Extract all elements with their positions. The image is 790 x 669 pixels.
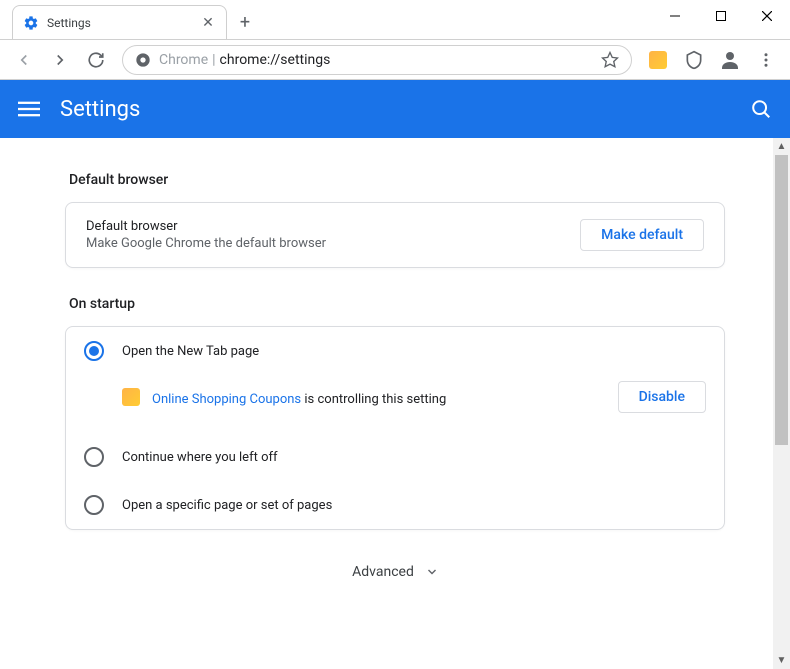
close-icon[interactable]: ✕ [200, 15, 216, 31]
extension-notice-text: is controlling this setting [301, 392, 446, 407]
minimize-button[interactable] [652, 0, 698, 32]
settings-header: Settings [0, 80, 790, 138]
disable-extension-button[interactable]: Disable [618, 381, 706, 413]
reload-button[interactable] [80, 44, 112, 76]
window-controls [652, 0, 790, 32]
extension-icon[interactable] [642, 44, 674, 76]
chevron-down-icon [426, 566, 438, 578]
chrome-icon [135, 52, 151, 68]
radio-icon[interactable] [84, 341, 104, 361]
browser-toolbar: Chrome | chrome://settings [0, 40, 790, 80]
back-button[interactable] [8, 44, 40, 76]
default-browser-card: Default browser Make Google Chrome the d… [65, 202, 725, 268]
startup-option-newtab[interactable]: Open the New Tab page [66, 327, 724, 375]
advanced-toggle[interactable]: Advanced [0, 564, 790, 580]
settings-content: Default browser Default browser Make Goo… [0, 138, 790, 669]
extension-badge-icon [122, 388, 140, 406]
url-text: chrome://settings [220, 52, 331, 68]
startup-option-specific[interactable]: Open a specific page or set of pages [66, 481, 724, 529]
url-separator: | [212, 52, 215, 68]
scroll-thumb[interactable] [775, 155, 788, 445]
section-title-on-startup: On startup [69, 296, 725, 312]
on-startup-card: Open the New Tab page Online Shopping Co… [65, 326, 725, 530]
scroll-down-arrow[interactable]: ▼ [773, 652, 790, 669]
close-window-button[interactable] [744, 0, 790, 32]
forward-button[interactable] [44, 44, 76, 76]
kebab-menu-icon[interactable] [750, 44, 782, 76]
radio-icon[interactable] [84, 495, 104, 515]
browser-tab[interactable]: Settings ✕ [12, 5, 227, 39]
new-tab-button[interactable]: + [231, 8, 259, 36]
bookmark-star-icon[interactable] [601, 51, 619, 69]
make-default-button[interactable]: Make default [580, 219, 704, 251]
scroll-up-arrow[interactable]: ▲ [773, 138, 790, 155]
hamburger-menu-icon[interactable] [18, 98, 40, 120]
profile-avatar[interactable] [714, 44, 746, 76]
page-title: Settings [60, 97, 140, 122]
maximize-button[interactable] [698, 0, 744, 32]
extension-controlling-notice: Online Shopping Coupons is controlling t… [66, 375, 724, 433]
startup-option-continue[interactable]: Continue where you left off [66, 433, 724, 481]
window-titlebar: Settings ✕ + [0, 0, 790, 40]
section-title-default-browser: Default browser [69, 172, 725, 188]
url-prefix: Chrome [159, 52, 208, 68]
search-icon[interactable] [750, 98, 772, 120]
vertical-scrollbar[interactable]: ▲ ▼ [773, 138, 790, 669]
address-bar[interactable]: Chrome | chrome://settings [122, 45, 632, 75]
default-browser-label: Default browser [86, 219, 326, 234]
shield-icon[interactable] [678, 44, 710, 76]
tab-title: Settings [47, 16, 200, 30]
radio-icon[interactable] [84, 447, 104, 467]
gear-icon [23, 15, 39, 31]
default-browser-sub: Make Google Chrome the default browser [86, 236, 326, 251]
extension-name-link[interactable]: Online Shopping Coupons [152, 392, 301, 407]
